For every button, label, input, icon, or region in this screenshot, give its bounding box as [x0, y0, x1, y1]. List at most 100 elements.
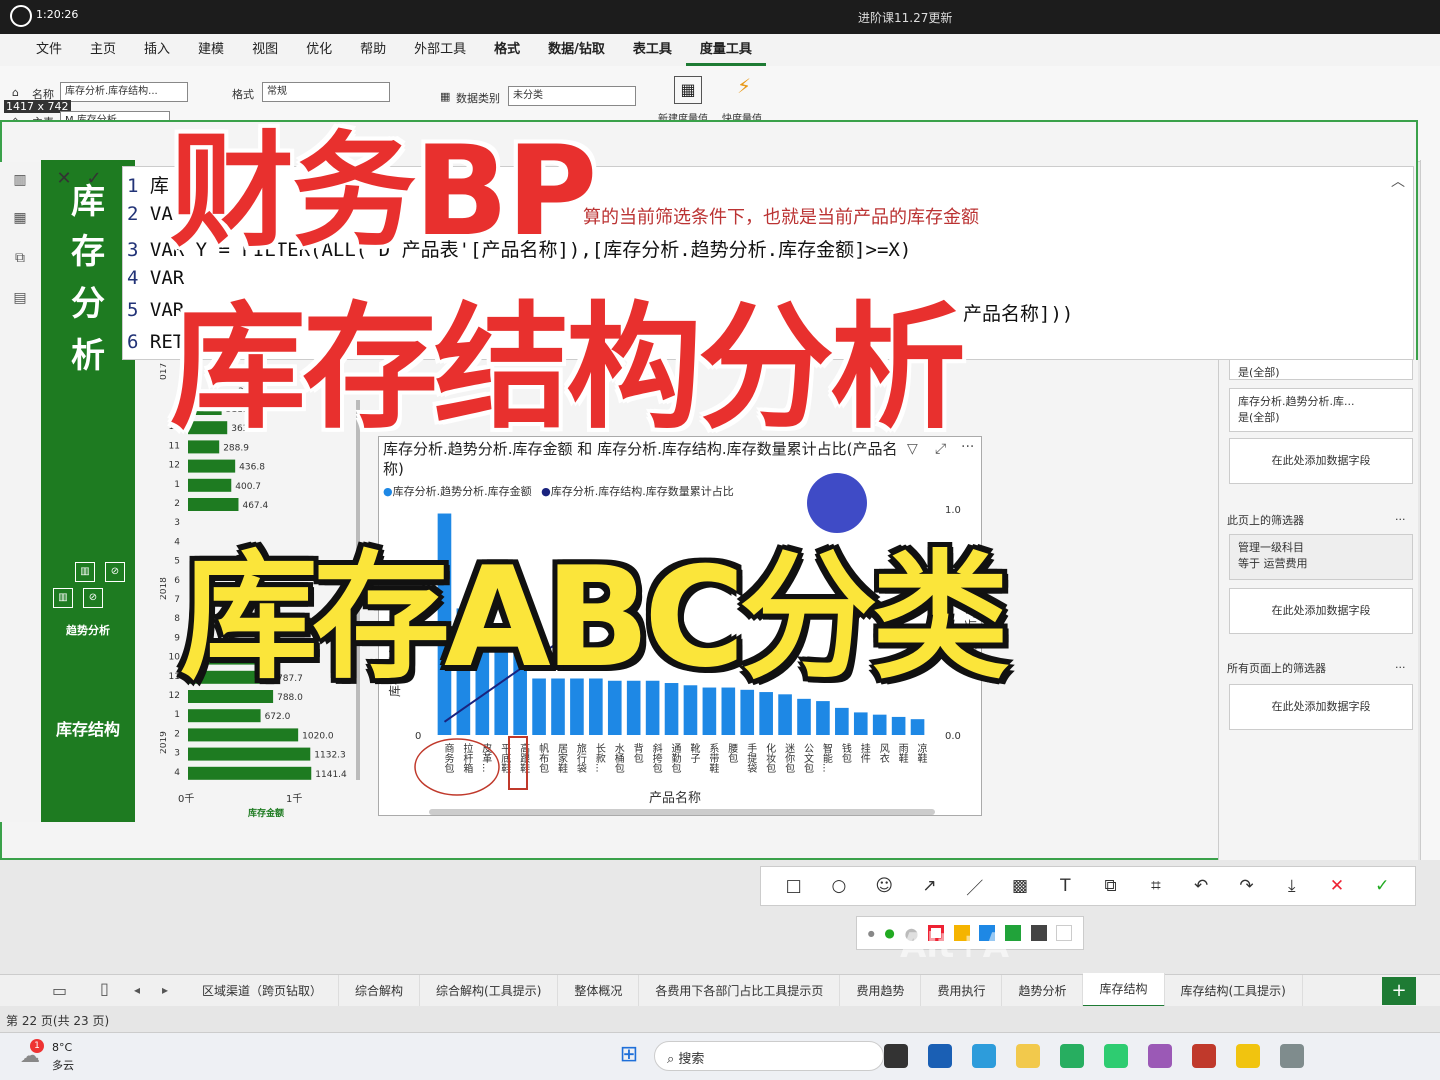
app-icon[interactable]	[1060, 1044, 1084, 1068]
nav-inventory-structure-button[interactable]: 库存结构	[41, 716, 135, 740]
page-tab[interactable]: 综合解构(工具提示)	[420, 974, 559, 1007]
prev-page-icon[interactable]: ◂	[134, 983, 140, 997]
rectangle-icon[interactable]: □	[780, 876, 808, 896]
line-number: 6	[127, 331, 139, 353]
nav-trend-button[interactable]: 趋势分析	[41, 622, 135, 638]
size-small-icon[interactable]: ●	[868, 929, 875, 938]
horizontal-scrollbar[interactable]	[429, 809, 935, 815]
add-field-dropzone[interactable]: 在此处添加数据字段	[1229, 684, 1413, 730]
microphone-icon[interactable]	[10, 5, 32, 27]
page-tab[interactable]: 整体概况	[558, 974, 640, 1007]
page-tab[interactable]: 费用趋势	[840, 974, 922, 1007]
taskbar: ☁ 1 8°C 多云 ⊞ ⌕ 搜索	[0, 1032, 1440, 1080]
model-view-icon[interactable]: ⧉	[10, 250, 30, 270]
pen-icon[interactable]: ／	[961, 874, 989, 899]
page-tab[interactable]: 库存结构(工具提示)	[1165, 974, 1303, 1007]
table-view-icon[interactable]: ▦	[10, 210, 30, 230]
filter-card[interactable]: 管理一级科目 等于 运营费用	[1229, 534, 1413, 580]
desktop-view-icon[interactable]: ▭	[52, 981, 67, 1000]
powerbi-icon[interactable]	[1236, 1044, 1260, 1068]
app-icon[interactable]	[1280, 1044, 1304, 1068]
tab-home[interactable]: 主页	[76, 34, 130, 66]
start-icon[interactable]: ⊞	[616, 1043, 642, 1069]
page-tab[interactable]: 综合解构	[339, 974, 421, 1007]
app-icon[interactable]	[884, 1044, 908, 1068]
more-icon[interactable]: ...	[1395, 658, 1406, 671]
edge-icon[interactable]	[972, 1044, 996, 1068]
report-nav-panel: 库 存 分 析 ▥ ⊘ ▥ ⊘ 趋势分析 库存结构	[41, 160, 135, 822]
mobile-view-icon[interactable]: ▯	[100, 979, 109, 998]
mosaic-icon[interactable]: ▩	[1006, 876, 1034, 896]
code-comment: 算的当前筛选条件下，也就是当前产品的库存金额	[583, 207, 979, 228]
confirm-icon[interactable]: ✓	[1368, 876, 1396, 896]
add-page-button[interactable]: +	[1382, 977, 1416, 1005]
visualizations-pane-edge[interactable]	[1420, 160, 1440, 860]
chart-icon[interactable]: ▥	[75, 562, 95, 582]
x-axis-title: 产品名称	[649, 791, 702, 806]
page-tab[interactable]: 各费用下各部门占比工具提示页	[639, 974, 841, 1007]
color-gray-swatch[interactable]	[1030, 925, 1047, 941]
add-field-dropzone[interactable]: 在此处添加数据字段	[1229, 438, 1413, 484]
page-tab[interactable]: 费用执行	[921, 974, 1003, 1007]
tab-format[interactable]: 格式	[480, 34, 534, 66]
calculator-icon[interactable]: ▦	[674, 76, 702, 104]
more-icon[interactable]: ...	[1395, 510, 1406, 523]
month-tick-label: 12	[169, 691, 180, 701]
chart-icon[interactable]: ▥	[53, 588, 73, 608]
tab-data-drill[interactable]: 数据/钻取	[534, 34, 619, 66]
filter-card[interactable]: 库存分析.趋势分析.库... 是(全部)	[1229, 388, 1413, 432]
size-medium-icon[interactable]: ●	[884, 926, 894, 940]
tab-modeling[interactable]: 建模	[184, 34, 238, 66]
line-number: 3	[127, 239, 139, 261]
emoji-icon[interactable]: ☺	[870, 876, 898, 896]
x-axis-title: 库存金额	[248, 807, 284, 819]
clear-icon[interactable]: ⊘	[83, 588, 103, 608]
x-tick-label: 通勤包	[669, 743, 681, 773]
page-tabs: ▭ ▯ ◂ ▸ 区域渠道（跨页钻取） 综合解构 综合解构(工具提示) 整体概况 …	[0, 973, 1440, 1008]
page-tab[interactable]: 区域渠道（跨页钻取）	[186, 974, 340, 1007]
copy-icon[interactable]: ⧉	[1097, 876, 1125, 896]
tab-external-tools[interactable]: 外部工具	[400, 34, 480, 66]
x-tick-label: 1千	[286, 793, 302, 805]
cancel-icon[interactable]: ✕	[52, 168, 76, 190]
month-tick-label: 10	[169, 653, 181, 663]
tab-insert[interactable]: 插入	[130, 34, 184, 66]
collapse-icon[interactable]: ︿	[1391, 171, 1405, 191]
dax-query-icon[interactable]: ▤	[10, 290, 30, 310]
folder-icon[interactable]	[1016, 1044, 1040, 1068]
tab-file[interactable]: 文件	[22, 34, 76, 66]
tab-help[interactable]: 帮助	[346, 34, 400, 66]
app-icon[interactable]	[1148, 1044, 1172, 1068]
clear-icon[interactable]: ⊘	[105, 562, 125, 582]
page-tab[interactable]: 趋势分析	[1002, 974, 1084, 1007]
close-icon[interactable]: ✕	[1323, 876, 1351, 896]
app-icon[interactable]	[928, 1044, 952, 1068]
app-icon[interactable]	[1192, 1044, 1216, 1068]
filter-card-value[interactable]: 是(全部)	[1229, 360, 1413, 380]
x-tick-label: 雨鞋	[896, 743, 908, 764]
wechat-icon[interactable]	[1104, 1044, 1128, 1068]
undo-icon[interactable]: ↶	[1187, 876, 1215, 896]
color-white-swatch[interactable]	[1056, 925, 1073, 941]
tab-table-tools[interactable]: 表工具	[619, 34, 686, 66]
page-tab-active[interactable]: 库存结构	[1083, 973, 1165, 1008]
tab-measure-tools[interactable]: 度量工具	[685, 34, 766, 66]
next-page-icon[interactable]: ▸	[162, 983, 168, 997]
commit-icon[interactable]: ✓	[82, 168, 106, 190]
report-view-icon[interactable]: ▥	[10, 172, 30, 192]
ocr-icon[interactable]: ⌗	[1142, 876, 1170, 896]
name-input[interactable]: 库存分析.库存结构...	[60, 82, 188, 102]
circle-icon[interactable]: ○	[825, 876, 853, 896]
download-icon[interactable]: ⤓	[1278, 876, 1306, 896]
taskbar-search[interactable]: ⌕ 搜索	[654, 1041, 884, 1071]
chart-bar	[853, 712, 868, 735]
overlay-title-1: 财务BP	[170, 120, 597, 264]
arrow-icon[interactable]: ↗	[915, 876, 943, 896]
tab-view[interactable]: 视图	[238, 34, 292, 66]
share-icon[interactable]: ↷	[1232, 876, 1260, 896]
x-tick-label: 智能...	[820, 742, 832, 773]
tab-optimize[interactable]: 优化	[292, 34, 346, 66]
text-icon[interactable]: T	[1051, 876, 1079, 896]
quick-measure-icon[interactable]: ⚡	[730, 74, 758, 104]
add-field-dropzone[interactable]: 在此处添加数据字段	[1229, 588, 1413, 634]
